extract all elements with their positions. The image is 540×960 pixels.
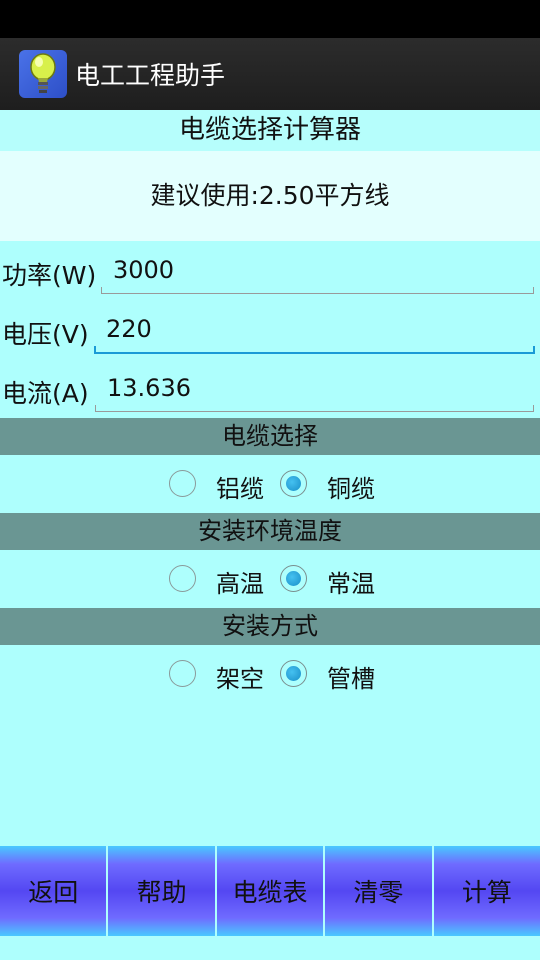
current-field: 电流(A) bbox=[0, 361, 540, 417]
cable-table-button[interactable]: 电缆表 bbox=[216, 846, 326, 936]
high-temp-radio[interactable] bbox=[169, 565, 196, 592]
bottom-button-bar: 返回 帮助 电缆表 清零 计算 bbox=[0, 846, 540, 936]
status-bar bbox=[0, 0, 540, 38]
current-input[interactable] bbox=[95, 361, 534, 415]
normal-temp-radio[interactable] bbox=[280, 565, 307, 592]
normal-temp-label[interactable]: 常温 bbox=[327, 564, 375, 599]
power-field: 功率(W) bbox=[0, 243, 540, 299]
lightbulb-icon[interactable] bbox=[19, 50, 67, 98]
back-button[interactable]: 返回 bbox=[0, 846, 109, 936]
app-title: 电工工程助手 bbox=[75, 61, 226, 90]
voltage-label: 电压(V) bbox=[2, 320, 89, 349]
overhead-label[interactable]: 架空 bbox=[216, 659, 264, 694]
overhead-radio[interactable] bbox=[169, 660, 196, 687]
copper-cable-radio[interactable] bbox=[280, 470, 307, 497]
temperature-section-header: 安装环境温度 bbox=[0, 513, 540, 550]
conduit-radio[interactable] bbox=[280, 660, 307, 687]
current-underline bbox=[95, 411, 534, 412]
aluminum-cable-label[interactable]: 铝缆 bbox=[216, 469, 264, 504]
power-input[interactable] bbox=[101, 243, 534, 297]
cable-section-header: 电缆选择 bbox=[0, 418, 540, 455]
power-underline bbox=[101, 293, 534, 294]
power-label: 功率(W) bbox=[2, 261, 97, 290]
calculator-title: 电缆选择计算器 bbox=[0, 110, 540, 151]
high-temp-label[interactable]: 高温 bbox=[216, 564, 264, 599]
calculate-button[interactable]: 计算 bbox=[433, 846, 540, 936]
voltage-field: 电压(V) bbox=[0, 302, 540, 358]
aluminum-cable-radio[interactable] bbox=[169, 470, 196, 497]
voltage-underline bbox=[94, 352, 535, 354]
action-bar: 电工工程助手 bbox=[0, 38, 540, 110]
voltage-input[interactable] bbox=[94, 302, 535, 356]
voltage-tick-right bbox=[533, 346, 535, 353]
conduit-label[interactable]: 管槽 bbox=[327, 659, 375, 694]
voltage-tick-left bbox=[94, 346, 96, 353]
result-text: 建议使用:2.50平方线 bbox=[0, 151, 540, 241]
install-method-radio-group: 架空 管槽 bbox=[0, 645, 540, 703]
cable-calculator-panel: 电缆选择计算器 建议使用:2.50平方线 功率(W) 电压(V) 电流(A) 电… bbox=[0, 110, 540, 960]
cable-radio-group: 铝缆 铜缆 bbox=[0, 455, 540, 513]
install-method-section-header: 安装方式 bbox=[0, 608, 540, 645]
temperature-radio-group: 高温 常温 bbox=[0, 550, 540, 608]
current-tick-right bbox=[533, 405, 534, 412]
copper-cable-label[interactable]: 铜缆 bbox=[327, 469, 375, 504]
help-button[interactable]: 帮助 bbox=[108, 846, 217, 936]
current-tick-left bbox=[95, 405, 96, 412]
power-tick-right bbox=[533, 287, 534, 294]
power-tick-left bbox=[101, 287, 102, 294]
clear-button[interactable]: 清零 bbox=[325, 846, 434, 936]
current-label: 电流(A) bbox=[2, 379, 89, 408]
